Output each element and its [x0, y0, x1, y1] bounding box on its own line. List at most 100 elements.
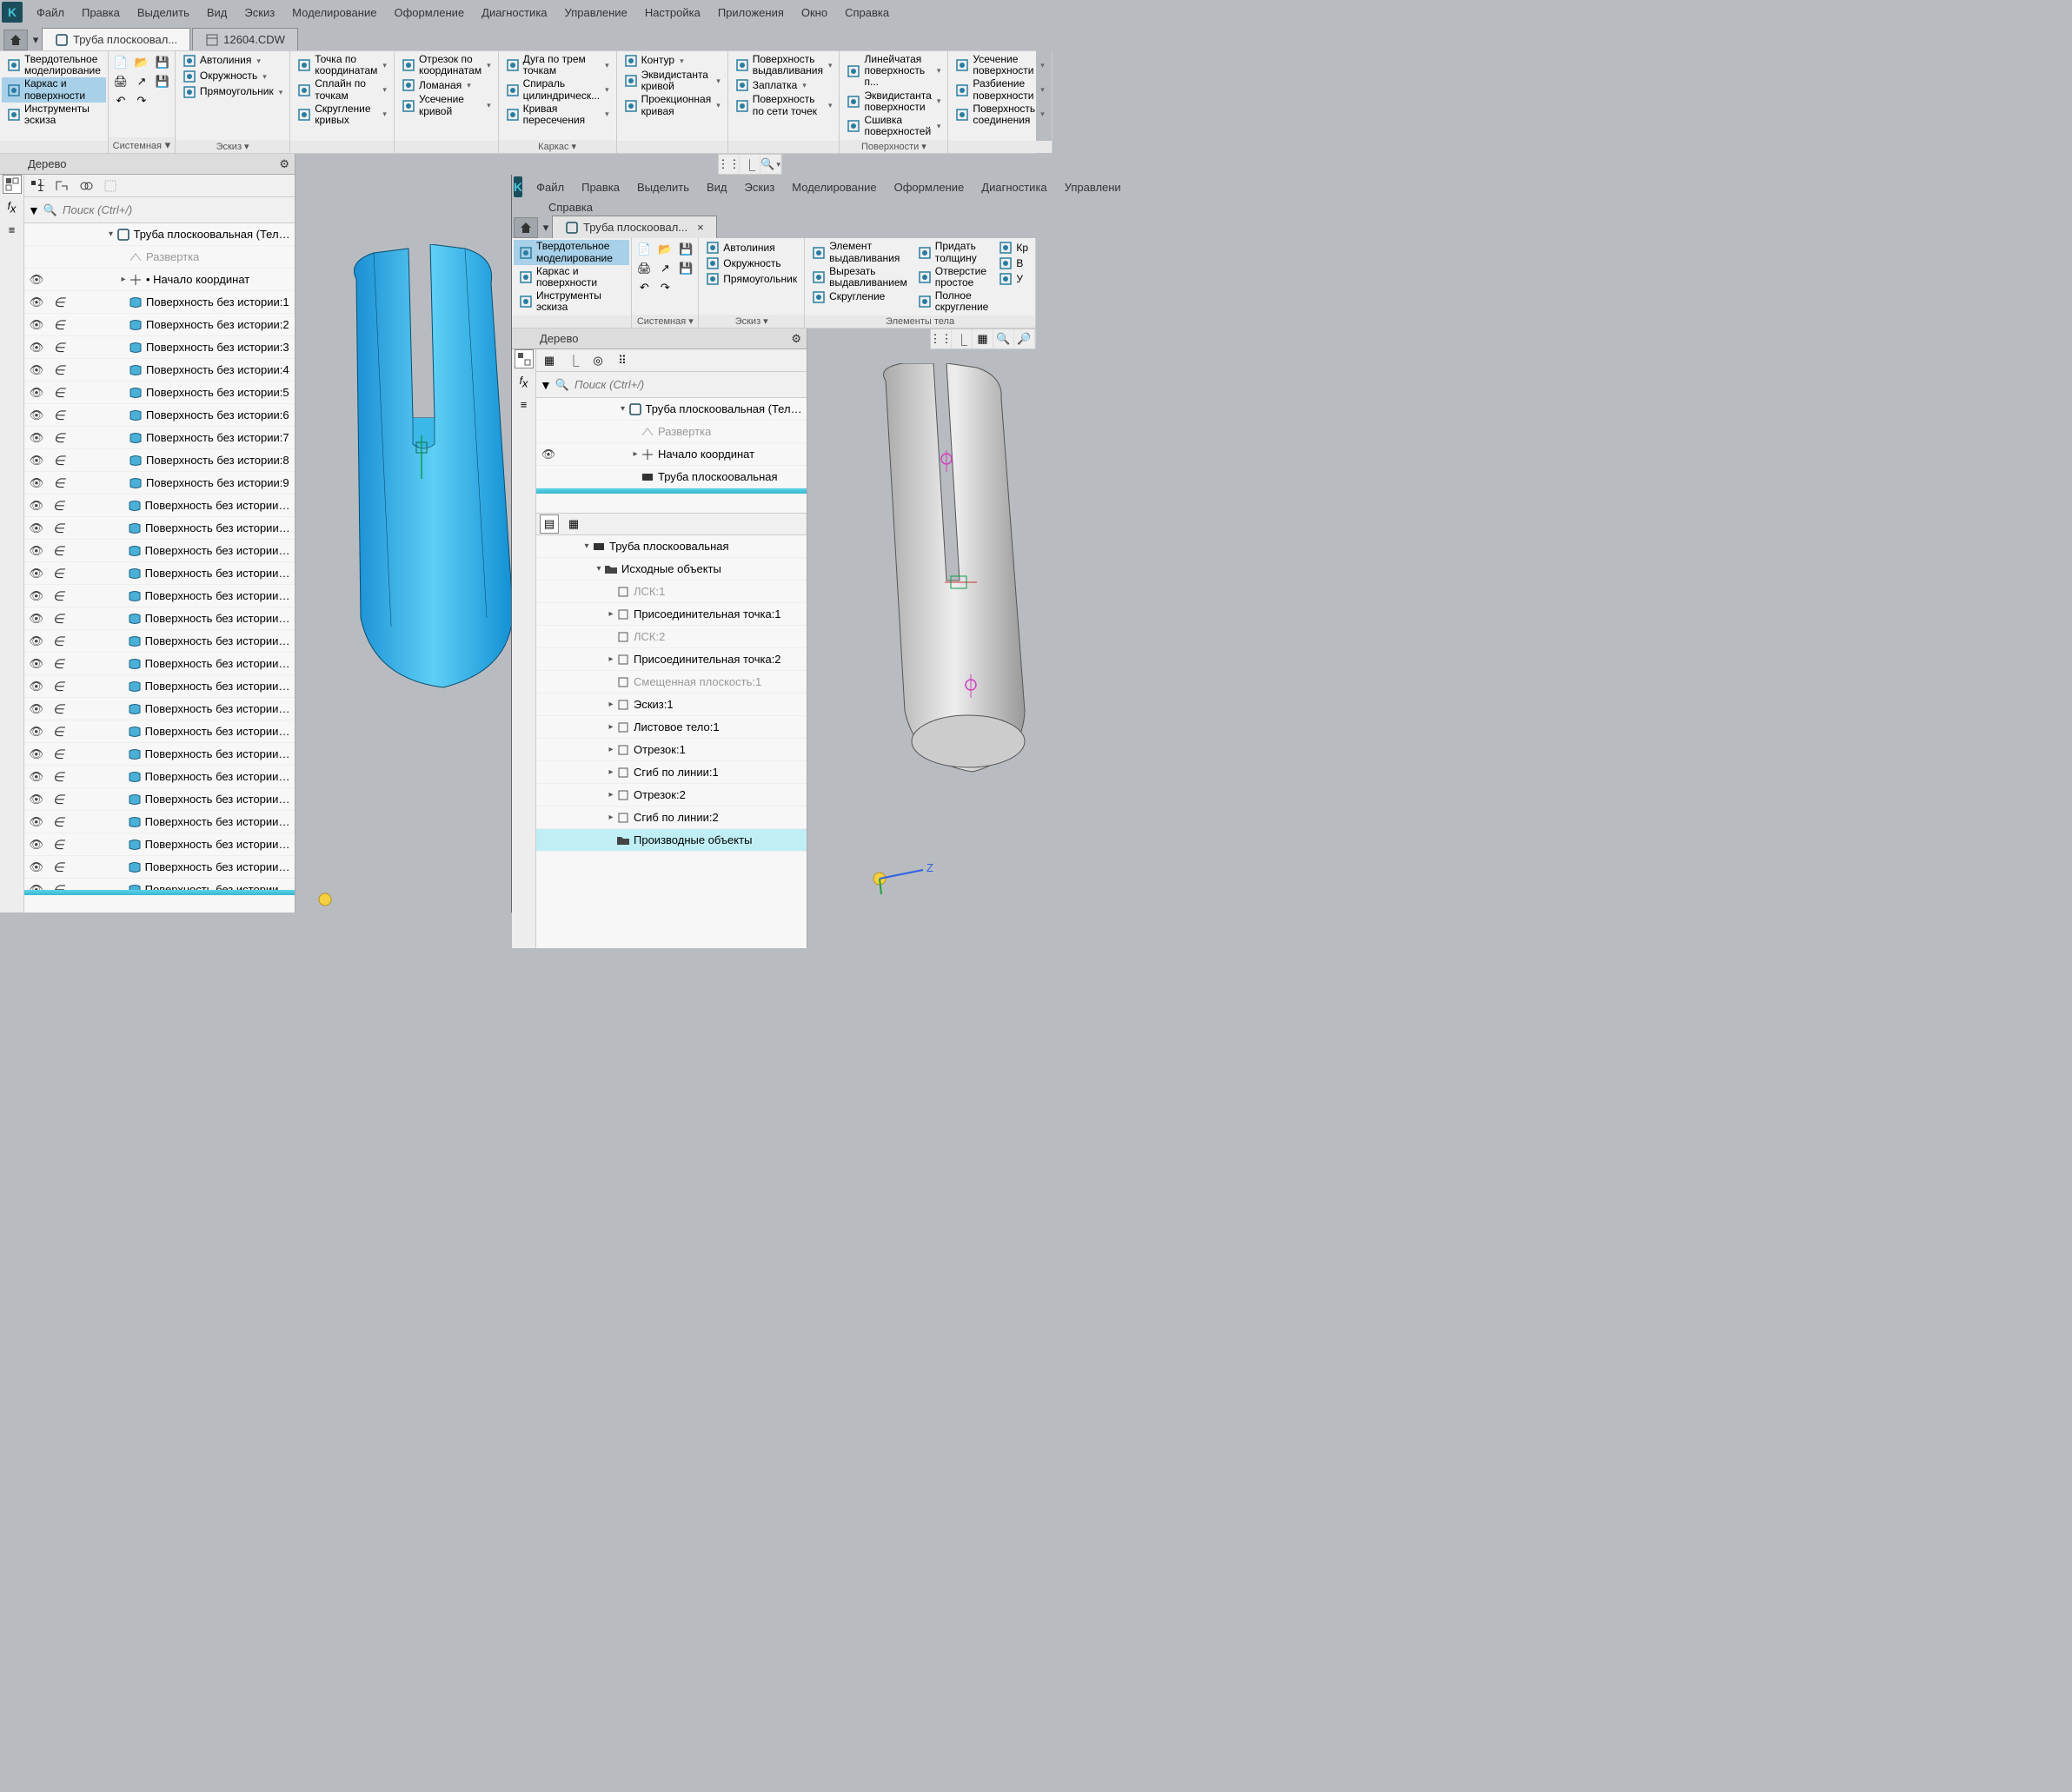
vt-grid[interactable]: ⋮⋮: [719, 155, 740, 174]
nested-menu-Управлени[interactable]: Управлени: [1058, 177, 1128, 197]
tree-row[interactable]: 👁∈Поверхность без истории:6: [24, 404, 295, 427]
nsys-1[interactable]: 📂: [654, 240, 675, 259]
tree-row[interactable]: 👁∈Поверхность без истории:19: [24, 698, 295, 720]
nele-kr[interactable]: Кр: [993, 240, 1033, 256]
tree-row[interactable]: 👁∈Поверхность без истории:14: [24, 585, 295, 607]
ribbon-cmd[interactable]: Скругление кривых▾: [292, 103, 392, 127]
close-icon[interactable]: ×: [697, 221, 704, 234]
mt-btn-4[interactable]: [101, 176, 120, 196]
tree-row[interactable]: 👁∈Поверхность без истории:8: [24, 449, 295, 472]
tree-row[interactable]: 👁∈Поверхность без истории:15: [24, 607, 295, 630]
tree-row[interactable]: 👁∈Поверхность без истории:1: [24, 291, 295, 314]
menu-Управление[interactable]: Управление: [558, 3, 634, 23]
tree-row[interactable]: 👁∈Поверхность без истории:22: [24, 766, 295, 788]
ribbon-cmd[interactable]: Автолиния▾: [177, 53, 288, 69]
nested-menu-Выделить[interactable]: Выделить: [630, 177, 696, 197]
panel-gear-icon[interactable]: ⚙: [279, 157, 289, 171]
nested-search-input[interactable]: [573, 377, 803, 392]
ribbon-cmd[interactable]: Проекционная кривая▾: [619, 93, 726, 117]
vt-iso[interactable]: ▦: [973, 329, 993, 348]
sys-btn-1[interactable]: 📂: [131, 53, 152, 72]
tree-row[interactable]: ▸Эскиз:1: [536, 694, 807, 716]
filter-icon[interactable]: ▼: [540, 378, 552, 392]
menu-Выделить[interactable]: Выделить: [130, 3, 196, 23]
ribbon-cmd[interactable]: Дуга по трем точкам▾: [501, 53, 614, 77]
nested-viewport-3d[interactable]: Z: [807, 329, 1036, 948]
nsys-2[interactable]: 💾: [675, 240, 696, 259]
ribbon-cmd[interactable]: Эквидистанта кривой▾: [619, 69, 726, 93]
sys-btn-3[interactable]: 🖨: [110, 72, 131, 91]
tree-row[interactable]: 👁∈Поверхность без истории:12: [24, 540, 295, 562]
tree-row[interactable]: 👁∈Поверхность без истории:5: [24, 382, 295, 404]
tree-row[interactable]: Производные объекты: [536, 829, 807, 852]
home-tab[interactable]: [3, 30, 28, 50]
nested-home-tab[interactable]: [514, 217, 538, 238]
tree-row[interactable]: ▸Присоединительная точка:1: [536, 603, 807, 626]
nesc-cmd[interactable]: Окружность: [701, 256, 802, 271]
nmt-1[interactable]: ▦: [540, 351, 559, 370]
nesc-cmd[interactable]: Автолиния: [701, 240, 802, 256]
tree-row[interactable]: 👁∈Поверхность без истории:10: [24, 494, 295, 517]
nsys-3[interactable]: 🖨: [634, 259, 654, 278]
menu-Диагностика[interactable]: Диагностика: [475, 3, 554, 23]
sys-btn-0[interactable]: 📄: [110, 53, 131, 72]
tree-row[interactable]: 👁∈Поверхность без истории:20: [24, 720, 295, 743]
menu-Справка[interactable]: Справка: [838, 3, 896, 23]
mode-btn-0[interactable]: Твердотельное моделирование: [2, 53, 106, 77]
nested-menu-Вид[interactable]: Вид: [700, 177, 734, 197]
ribbon-cmd[interactable]: Спираль цилиндрическ...▾: [501, 77, 614, 102]
tree-row[interactable]: 👁∈Поверхность без истории:4: [24, 359, 295, 382]
nele-cmd[interactable]: Скругление: [807, 289, 913, 305]
mt-btn-1[interactable]: 1112: [28, 176, 47, 196]
menu-Приложения[interactable]: Приложения: [711, 3, 791, 23]
sys-btn-2[interactable]: 💾: [152, 53, 173, 72]
tree-row[interactable]: 👁∈Поверхность без истории:27: [24, 879, 295, 890]
tree-row[interactable]: 👁∈Поверхность без истории:17: [24, 653, 295, 675]
ribbon-cmd[interactable]: Ломаная▾: [396, 77, 496, 93]
sys-btn-4[interactable]: ↗: [131, 72, 152, 91]
nsys-8[interactable]: [675, 278, 696, 297]
filter-icon[interactable]: ▼: [28, 203, 40, 217]
tree-row[interactable]: ▸Сгиб по линии:1: [536, 761, 807, 784]
ribbon-cmd[interactable]: Поверхность выдавливания▾: [730, 53, 838, 77]
menu-Правка[interactable]: Правка: [75, 3, 127, 23]
ps-fx-icon[interactable]: fx: [3, 197, 22, 216]
nele-cmd[interactable]: Вырезать выдавливанием: [807, 265, 913, 289]
menu-Оформление[interactable]: Оформление: [387, 3, 471, 23]
doc-tab-2[interactable]: 12604.CDW: [192, 28, 298, 50]
nested-mode-btn-2[interactable]: Инструменты эскиза: [514, 289, 629, 314]
tree-row[interactable]: 👁∈Поверхность без истории:2: [24, 314, 295, 336]
nele-u[interactable]: У: [993, 271, 1033, 287]
ribbon-cmd[interactable]: Сплайн по точкам▾: [292, 77, 392, 102]
menu-Эскиз[interactable]: Эскиз: [237, 3, 282, 23]
ribbon-cmd[interactable]: Усечение поверхности▾: [950, 53, 1049, 77]
nested-menu-Файл[interactable]: Файл: [529, 177, 571, 197]
nested-mode-btn-1[interactable]: Каркас и поверхности: [514, 265, 629, 289]
sys-btn-7[interactable]: ↷: [131, 91, 152, 110]
tree-row[interactable]: 👁∈Поверхность без истории:26: [24, 856, 295, 879]
doc-tab-1[interactable]: Труба плоскоовал...: [42, 28, 190, 50]
vt-axis[interactable]: ⎿: [952, 329, 973, 348]
nested-doc-tab[interactable]: Труба плоскоовал... ×: [552, 216, 717, 238]
tree-row[interactable]: 👁∈Поверхность без истории:25: [24, 833, 295, 856]
nsys-0[interactable]: 📄: [634, 240, 654, 259]
sys-btn-6[interactable]: ↶: [110, 91, 131, 110]
mt-btn-3[interactable]: [76, 176, 96, 196]
nested-menu-Моделирование[interactable]: Моделирование: [785, 177, 883, 197]
ribbon-cmd[interactable]: Усечение кривой▾: [396, 93, 496, 117]
nested-mode-btn-0[interactable]: Твердотельное моделирование: [514, 240, 629, 264]
nps-menu-icon[interactable]: ≡: [515, 395, 534, 414]
tree-row[interactable]: 👁∈Поверхность без истории:23: [24, 788, 295, 811]
ribbon-cmd[interactable]: Линейчатая поверхность п...▾: [841, 53, 946, 90]
panel-gear-icon[interactable]: ⚙: [791, 332, 801, 346]
nele-cmd[interactable]: Отверстие простое: [913, 265, 994, 289]
tree-row[interactable]: Развертка: [24, 246, 295, 269]
ribbon-cmd[interactable]: Отрезок по координатам▾: [396, 53, 496, 77]
nmt-2[interactable]: ⎿: [564, 351, 583, 370]
vt-zoom[interactable]: 🔎: [1014, 329, 1035, 348]
tree-row[interactable]: ▸Сгиб по линии:2: [536, 806, 807, 829]
nele-v[interactable]: В: [993, 256, 1033, 271]
nested-menu-Диагностика[interactable]: Диагностика: [974, 177, 1053, 197]
tree-row[interactable]: 👁∈Поверхность без истории:13: [24, 562, 295, 585]
tree-row[interactable]: ▸Листовое тело:1: [536, 716, 807, 739]
